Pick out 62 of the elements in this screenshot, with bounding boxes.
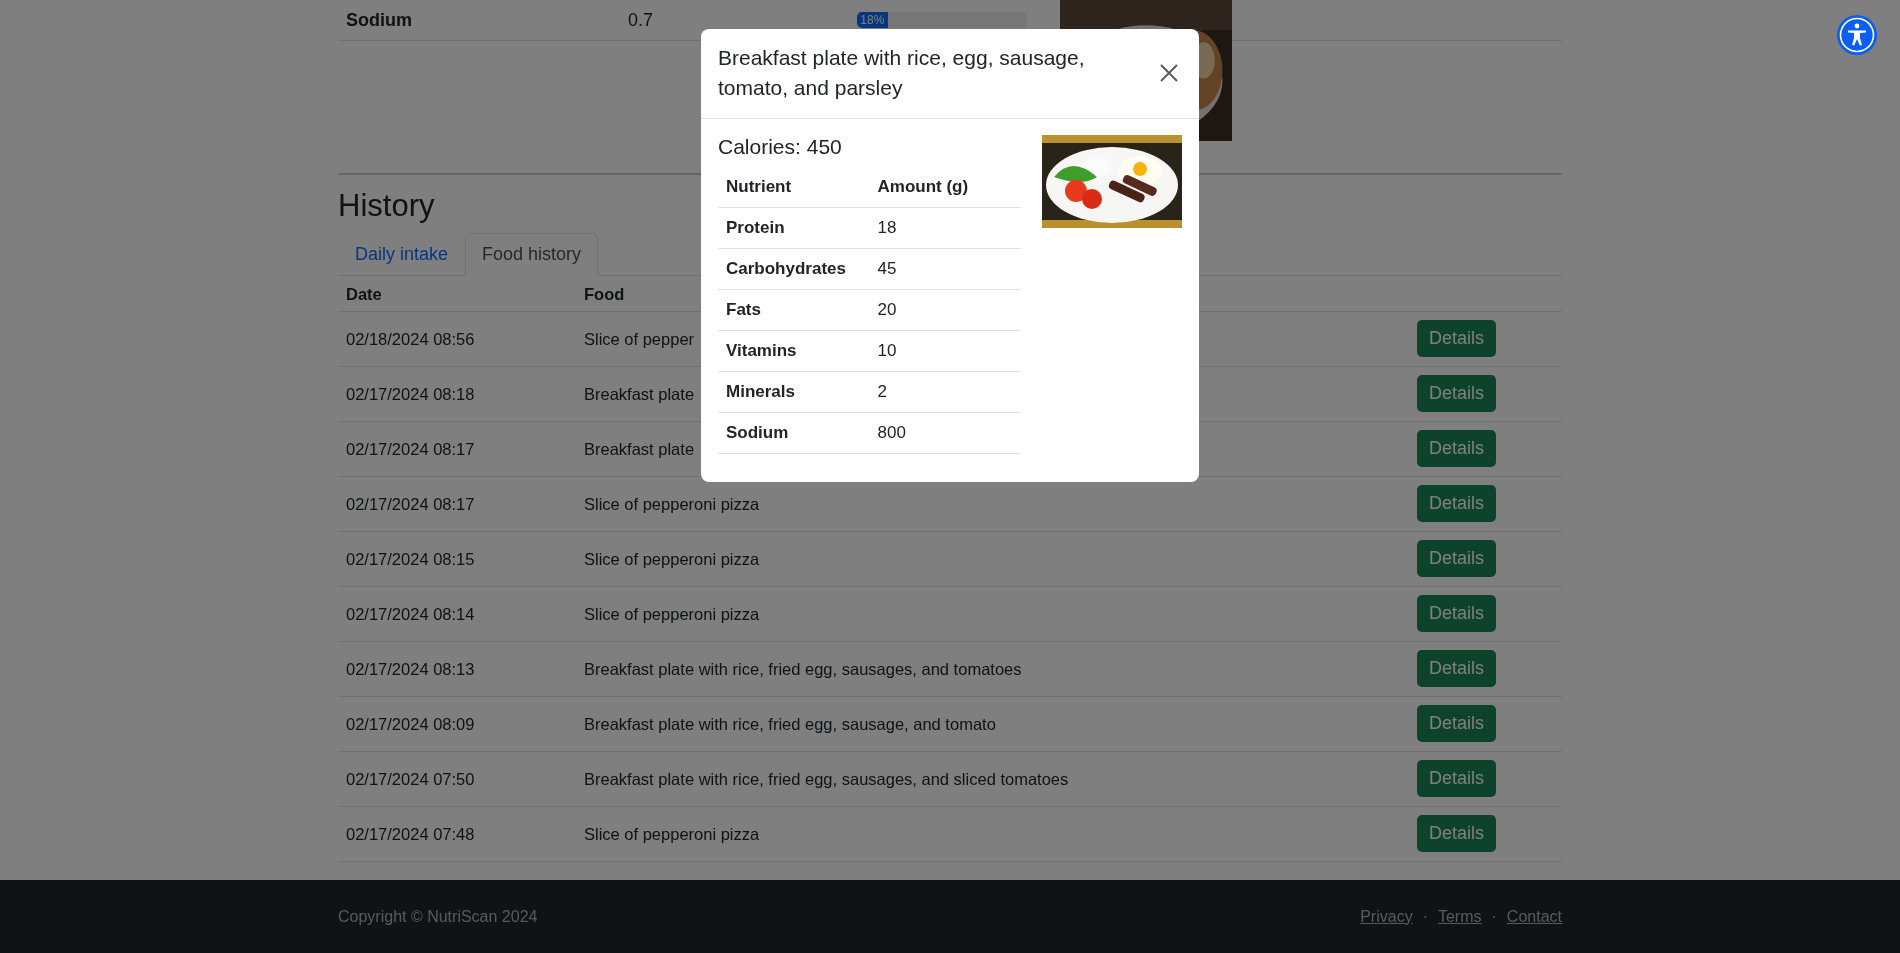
details-button[interactable]: Details [1416, 485, 1496, 523]
tab[interactable]: Daily intake [338, 233, 466, 277]
table-cell-text: 02/17/2024 08:17 [346, 439, 476, 461]
nutrient-amount: 20 [876, 299, 898, 320]
table-cell-text: Breakfast plate [584, 439, 695, 461]
nutrient-amount: 0.7 [628, 9, 655, 31]
table-cell-text: Slice of pepper [584, 329, 695, 351]
table-cell-text: 02/17/2024 08:13 [346, 659, 476, 681]
table-cell-text: 02/17/2024 08:18 [346, 384, 476, 406]
table-cell-text: 02/17/2024 07:48 [346, 824, 476, 846]
details-button[interactable]: Details [1416, 705, 1496, 743]
details-button[interactable]: Details [1416, 650, 1496, 688]
nutrient-name: Vitamins [725, 340, 798, 361]
separator-dot: · [1422, 907, 1428, 926]
table-cell-text: Breakfast plate with rice, fried egg, sausage, and tomato [584, 714, 996, 736]
table-cell-text: Slice of pepperoni pizza [584, 494, 760, 516]
tab[interactable]: Food history [465, 233, 599, 277]
details-button[interactable]: Details [1416, 760, 1496, 798]
table-cell-text: Breakfast plate [584, 384, 695, 406]
separator-dot: · [1491, 907, 1497, 926]
table-cell-text: 02/17/2024 07:50 [346, 769, 476, 791]
nutrient-amount: 800 [876, 422, 907, 443]
nutrient-amount: 10 [876, 340, 898, 361]
table-cell-text: Breakfast plate with rice, fried egg, sausages, and tomatoes [584, 659, 1022, 681]
table-cell-text: Slice of pepperoni pizza [584, 824, 760, 846]
nutrient-amount: 45 [876, 258, 898, 279]
details-button[interactable]: Details [1416, 815, 1496, 853]
table-cell-text: 02/17/2024 08:17 [346, 494, 476, 516]
nutrient-name: Fats [725, 299, 762, 320]
table-cell-text: 02/18/2024 08:56 [346, 329, 476, 351]
nutrient-name: Sodium [345, 9, 413, 31]
nutrient-name: Sodium [725, 422, 790, 443]
table-cell-text: Slice of pepperoni pizza [584, 549, 760, 571]
column-header: Food [584, 283, 626, 305]
table-cell-text: Breakfast plate with rice, fried egg, sausages, and sliced tomatoes [584, 769, 1069, 791]
details-button[interactable]: Details [1416, 430, 1496, 468]
column-header: Date [346, 283, 383, 305]
column-header: Amount (g) [876, 176, 970, 197]
table-cell-text: Slice of pepperoni pizza [584, 604, 760, 626]
copyright-text: Copyright © NutriScan 2024 [338, 907, 538, 926]
progress-fill: 18% [857, 12, 888, 28]
details-button[interactable]: Details [1416, 320, 1496, 358]
accessibility-button[interactable] [1836, 14, 1878, 56]
details-button[interactable]: Details [1416, 540, 1496, 578]
footer-link[interactable]: Privacy [1360, 907, 1413, 926]
table-cell-text: 02/17/2024 08:14 [346, 604, 476, 626]
column-header: Nutrient [725, 176, 793, 197]
details-button[interactable]: Details [1416, 375, 1496, 413]
modal-title: Breakfast plate with rice, egg, sausage, tomato, and parsley [718, 45, 1086, 102]
nutrient-amount: 18 [876, 217, 898, 238]
accessibility-icon [1837, 15, 1877, 55]
table-cell-text: 02/17/2024 08:15 [346, 549, 476, 571]
nutrient-name: Carbohydrates [725, 258, 847, 279]
footer-link[interactable]: Terms [1437, 907, 1482, 926]
nutrient-amount: 2 [876, 381, 888, 402]
nutrient-name: Protein [725, 217, 786, 238]
calories-text: Calories: 450 [718, 134, 843, 159]
footer-link[interactable]: Contact [1506, 907, 1562, 926]
table-cell-text: 02/17/2024 08:09 [346, 714, 476, 736]
details-button[interactable]: Details [1416, 595, 1496, 633]
nutrient-name: Minerals [725, 381, 796, 402]
section-heading: History [338, 189, 436, 224]
